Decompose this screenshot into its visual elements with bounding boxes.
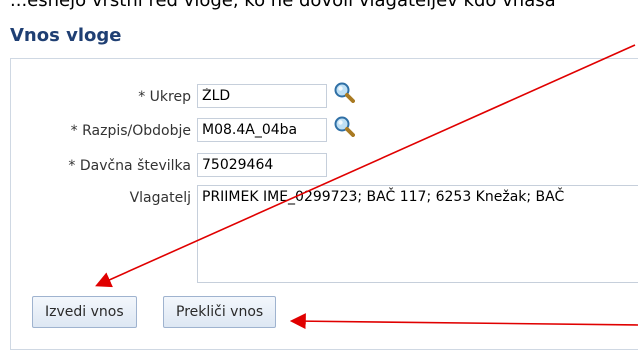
ukrep-label: * Ukrep xyxy=(138,89,191,105)
preklici-vnos-button[interactable]: Prekliči vnos xyxy=(163,296,277,328)
page-title: Vnos vloge xyxy=(10,25,122,46)
top-cropped-text: ...esnejo vrstni red vloge, ko ne dovoli… xyxy=(10,0,556,11)
davcna-input[interactable] xyxy=(197,153,327,177)
vlagatelj-label: Vlagatelj xyxy=(129,190,191,206)
izvedi-vnos-button[interactable]: Izvedi vnos xyxy=(32,296,137,328)
ukrep-input[interactable] xyxy=(197,84,327,108)
razpis-label: * Razpis/Obdobje xyxy=(70,123,191,139)
ukrep-search-icon[interactable] xyxy=(333,81,355,103)
razpis-input[interactable] xyxy=(197,118,327,142)
vlagatelj-textarea[interactable]: PRIIMEK IME_0299723; BAČ 117; 6253 Kneža… xyxy=(197,185,638,283)
davcna-label: * Davčna številka xyxy=(68,158,191,174)
razpis-search-icon[interactable] xyxy=(333,115,355,137)
